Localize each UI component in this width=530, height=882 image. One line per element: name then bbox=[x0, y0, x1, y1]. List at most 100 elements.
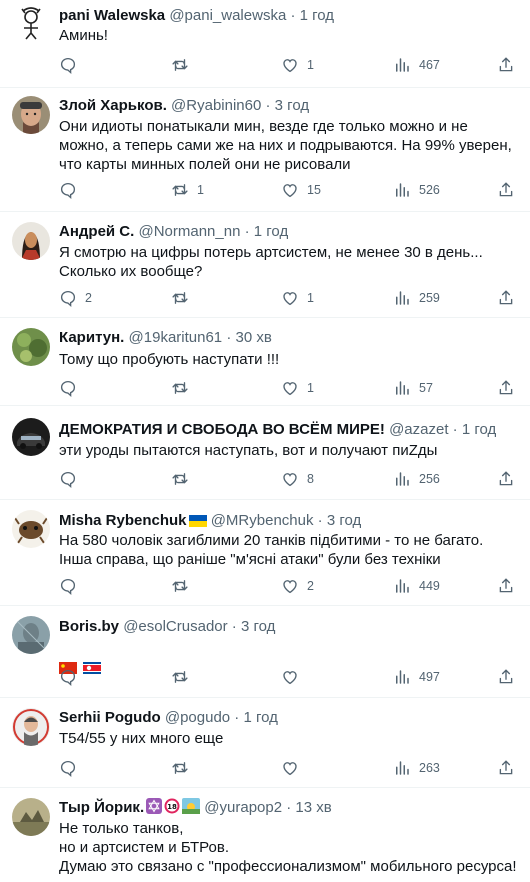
retweet-button[interactable] bbox=[171, 378, 197, 398]
tweet[interactable]: Misha Rybenchuk @MRybenchuk · 3 год На 5… bbox=[0, 500, 530, 606]
avatar[interactable] bbox=[12, 708, 50, 746]
author-handle[interactable]: @19karitun61 bbox=[129, 329, 223, 346]
author-name[interactable]: Тыр Йорик. bbox=[59, 799, 144, 816]
timestamp[interactable]: 3 год bbox=[241, 618, 275, 635]
bar-chart-icon bbox=[393, 181, 411, 199]
share-button[interactable] bbox=[497, 180, 515, 200]
reply-button[interactable] bbox=[59, 180, 85, 200]
reply-button[interactable] bbox=[59, 378, 85, 398]
author-handle[interactable]: @azazet bbox=[389, 421, 448, 438]
author-name[interactable]: Misha Rybenchuk bbox=[59, 512, 187, 529]
reply-icon bbox=[59, 759, 77, 777]
views-button[interactable]: 259 bbox=[393, 288, 440, 308]
tweet[interactable]: Тыр Йорик. 18 @yurapop2 · 13 хв Не только… bbox=[0, 788, 530, 882]
like-button[interactable]: 1 bbox=[281, 378, 314, 398]
like-button[interactable] bbox=[281, 667, 307, 687]
views-button[interactable]: 256 bbox=[393, 469, 440, 489]
share-button[interactable] bbox=[497, 378, 515, 398]
retweet-icon bbox=[171, 56, 189, 74]
author-name[interactable]: Андрей С. bbox=[59, 223, 134, 240]
author-name[interactable]: ДЕМОКРАТИЯ И СВОБОДА ВО ВСЁМ МИРЕ! bbox=[59, 421, 385, 438]
avatar[interactable] bbox=[12, 418, 50, 456]
author-name[interactable]: pani Walewska bbox=[59, 7, 165, 24]
views-button[interactable]: 449 bbox=[393, 576, 440, 596]
author-name[interactable]: Каритун. bbox=[59, 329, 124, 346]
author-handle[interactable]: @esolCrusador bbox=[123, 618, 227, 635]
views-button[interactable]: 57 bbox=[393, 378, 433, 398]
tweet-text: Аминь! bbox=[59, 27, 108, 44]
sunrise-icon bbox=[182, 798, 201, 820]
tweet[interactable]: Андрей С. @Normann_nn · 1 год Я смотрю н… bbox=[0, 212, 530, 318]
separator: · bbox=[231, 618, 237, 635]
share-button[interactable] bbox=[497, 288, 515, 308]
author-name[interactable]: Serhii Pogudo bbox=[59, 709, 161, 726]
views-button[interactable]: 526 bbox=[393, 180, 440, 200]
views-button[interactable]: 263 bbox=[393, 758, 440, 778]
timestamp[interactable]: 13 хв bbox=[295, 799, 331, 816]
share-icon bbox=[497, 470, 515, 488]
author-handle[interactable]: @yurapop2 bbox=[204, 799, 282, 816]
avatar[interactable] bbox=[12, 96, 50, 134]
retweet-button[interactable] bbox=[171, 576, 197, 596]
timestamp[interactable]: 1 год bbox=[300, 7, 334, 24]
tweet[interactable]: Каритун. @19karitun61 · 30 хв Тому що пр… bbox=[0, 318, 530, 406]
author-handle[interactable]: @Normann_nn bbox=[138, 223, 240, 240]
timestamp[interactable]: 1 год bbox=[243, 709, 277, 726]
bar-chart-icon bbox=[393, 668, 411, 686]
author-name[interactable]: Boris.by bbox=[59, 618, 119, 635]
reply-button[interactable] bbox=[59, 758, 85, 778]
bar-chart-icon bbox=[393, 577, 411, 595]
like-button[interactable] bbox=[281, 758, 307, 778]
share-button[interactable] bbox=[497, 667, 515, 687]
like-button[interactable]: 15 bbox=[281, 180, 321, 200]
avatar[interactable] bbox=[12, 328, 50, 366]
retweet-button[interactable] bbox=[171, 55, 197, 75]
retweet-button[interactable] bbox=[171, 667, 197, 687]
share-button[interactable] bbox=[497, 55, 515, 75]
retweet-icon bbox=[171, 668, 189, 686]
reply-icon bbox=[59, 289, 77, 307]
timestamp[interactable]: 30 хв bbox=[236, 329, 272, 346]
reply-button[interactable] bbox=[59, 667, 85, 687]
retweet-button[interactable] bbox=[171, 758, 197, 778]
reply-button[interactable]: 2 bbox=[59, 288, 92, 308]
author-handle[interactable]: @Ryabinin60 bbox=[171, 97, 261, 114]
tweet[interactable]: pani Walewska @pani_walewska · 1 год Ами… bbox=[0, 0, 530, 88]
tweet[interactable]: ДЕМОКРАТИЯ И СВОБОДА ВО ВСЁМ МИРЕ! @azaz… bbox=[0, 406, 530, 500]
author-handle[interactable]: @MRybenchuk bbox=[211, 512, 314, 529]
avatar[interactable] bbox=[12, 616, 50, 654]
views-button[interactable]: 497 bbox=[393, 667, 440, 687]
avatar[interactable] bbox=[12, 510, 50, 548]
share-button[interactable] bbox=[497, 469, 515, 489]
reply-button[interactable] bbox=[59, 576, 85, 596]
tweet-actions: 263 bbox=[59, 758, 519, 778]
avatar[interactable] bbox=[12, 222, 50, 260]
timestamp[interactable]: 3 год bbox=[327, 512, 361, 529]
author-name[interactable]: Злой Харьков. bbox=[59, 97, 167, 114]
timestamp[interactable]: 1 год bbox=[254, 223, 288, 240]
tweet[interactable]: Злой Харьков. @Ryabinin60 · 3 год Они ид… bbox=[0, 88, 530, 212]
share-button[interactable] bbox=[497, 758, 515, 778]
retweet-button[interactable] bbox=[171, 288, 197, 308]
avatar[interactable] bbox=[12, 3, 50, 41]
timestamp[interactable]: 3 год bbox=[275, 97, 309, 114]
like-button[interactable]: 8 bbox=[281, 469, 314, 489]
like-button[interactable]: 2 bbox=[281, 576, 314, 596]
avatar[interactable] bbox=[12, 798, 50, 836]
like-button[interactable]: 1 bbox=[281, 288, 314, 308]
author-handle[interactable]: @pani_walewska bbox=[169, 7, 286, 24]
like-button[interactable]: 1 bbox=[281, 55, 314, 75]
share-button[interactable] bbox=[497, 576, 515, 596]
author-handle[interactable]: @pogudo bbox=[165, 709, 230, 726]
retweet-button[interactable]: 1 bbox=[171, 180, 204, 200]
tweet-header: Serhii Pogudo @pogudo · 1 год bbox=[59, 708, 520, 728]
tweet-actions: 2 449 bbox=[59, 576, 519, 596]
separator: · bbox=[226, 329, 232, 346]
retweet-button[interactable] bbox=[171, 469, 197, 489]
reply-button[interactable] bbox=[59, 469, 85, 489]
tweet[interactable]: Boris.by @esolCrusador · 3 год 497 bbox=[0, 606, 530, 698]
tweet[interactable]: Serhii Pogudo @pogudo · 1 год T54/55 у н… bbox=[0, 698, 530, 788]
views-button[interactable]: 467 bbox=[393, 55, 440, 75]
timestamp[interactable]: 1 год bbox=[462, 421, 496, 438]
reply-button[interactable] bbox=[59, 55, 85, 75]
